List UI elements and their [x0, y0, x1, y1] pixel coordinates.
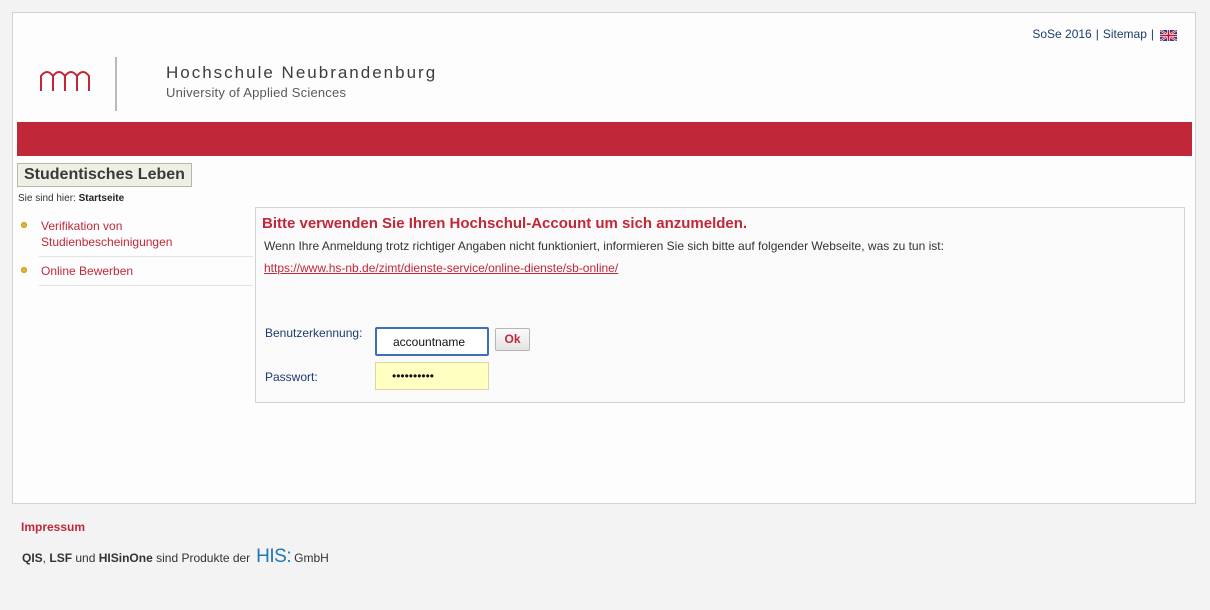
- impressum-link[interactable]: Impressum: [21, 520, 85, 534]
- hochschule-emblem-icon: [40, 57, 117, 111]
- sidebar-item-label: Verifikation von: [41, 219, 123, 233]
- password-label: Passwort:: [265, 370, 318, 384]
- sidebar-item-label: Online Bewerben: [41, 264, 134, 278]
- ok-button[interactable]: Ok: [495, 328, 530, 351]
- logo-university-name: Hochschule Neubrandenburg: [166, 63, 438, 82]
- username-input[interactable]: [375, 327, 489, 356]
- login-info-text: Wenn Ihre Anmeldung trotz richtiger Anga…: [264, 239, 944, 253]
- separator: |: [1095, 27, 1099, 41]
- main-frame: SoSe 2016 | Sitemap | Hochschule Neubran…: [12, 12, 1196, 504]
- logo-university-subtitle: University of Applied Sciences: [166, 85, 347, 100]
- divider: [39, 285, 253, 286]
- footer-text-mid: sind Produkte der: [156, 551, 251, 565]
- top-navigation: SoSe 2016 | Sitemap |: [1032, 27, 1178, 42]
- sidebar-item-label-line2: Studienbescheinigungen: [41, 235, 173, 249]
- comma: ,: [42, 551, 47, 565]
- product-hisinone: HISinOne: [98, 551, 153, 565]
- english-flag-icon[interactable]: [1159, 28, 1178, 42]
- breadcrumb: Sie sind hier: Startseite: [18, 193, 124, 204]
- breadcrumb-prefix: Sie sind hier:: [18, 193, 76, 204]
- semester-link[interactable]: SoSe 2016: [1032, 27, 1091, 41]
- login-panel: Bitte verwenden Sie Ihren Hochschul-Acco…: [255, 207, 1185, 403]
- section-title-button[interactable]: Studentisches Leben: [17, 163, 192, 187]
- sidebar-navigation: Verifikation von Studienbescheinigungen …: [17, 212, 253, 286]
- footer-text-end: GmbH: [294, 551, 329, 565]
- his-logo[interactable]: HIS:: [256, 546, 291, 568]
- bullet-icon: [21, 222, 27, 228]
- sidebar-item-verifikation[interactable]: Verifikation von Studienbescheinigungen: [17, 212, 253, 256]
- product-qis: QIS: [22, 551, 43, 565]
- footer-products-text: QIS, LSF und HISinOne sind Produkte der H…: [22, 546, 329, 568]
- help-link[interactable]: https://www.hs-nb.de/zimt/dienste-servic…: [264, 261, 618, 275]
- und-text: und: [75, 551, 96, 565]
- product-lsf: LSF: [49, 551, 73, 565]
- header-red-bar: [17, 122, 1192, 156]
- username-label: Benutzerkennung:: [265, 326, 363, 340]
- bullet-icon: [21, 267, 27, 273]
- password-input[interactable]: [375, 362, 489, 390]
- breadcrumb-current: Startseite: [78, 193, 125, 204]
- sitemap-link[interactable]: Sitemap: [1103, 27, 1147, 41]
- login-headline: Bitte verwenden Sie Ihren Hochschul-Acco…: [262, 215, 748, 232]
- separator: |: [1150, 27, 1154, 41]
- university-logo[interactable]: Hochschule Neubrandenburg University of …: [39, 55, 439, 113]
- sidebar-item-online-bewerben[interactable]: Online Bewerben: [17, 257, 253, 285]
